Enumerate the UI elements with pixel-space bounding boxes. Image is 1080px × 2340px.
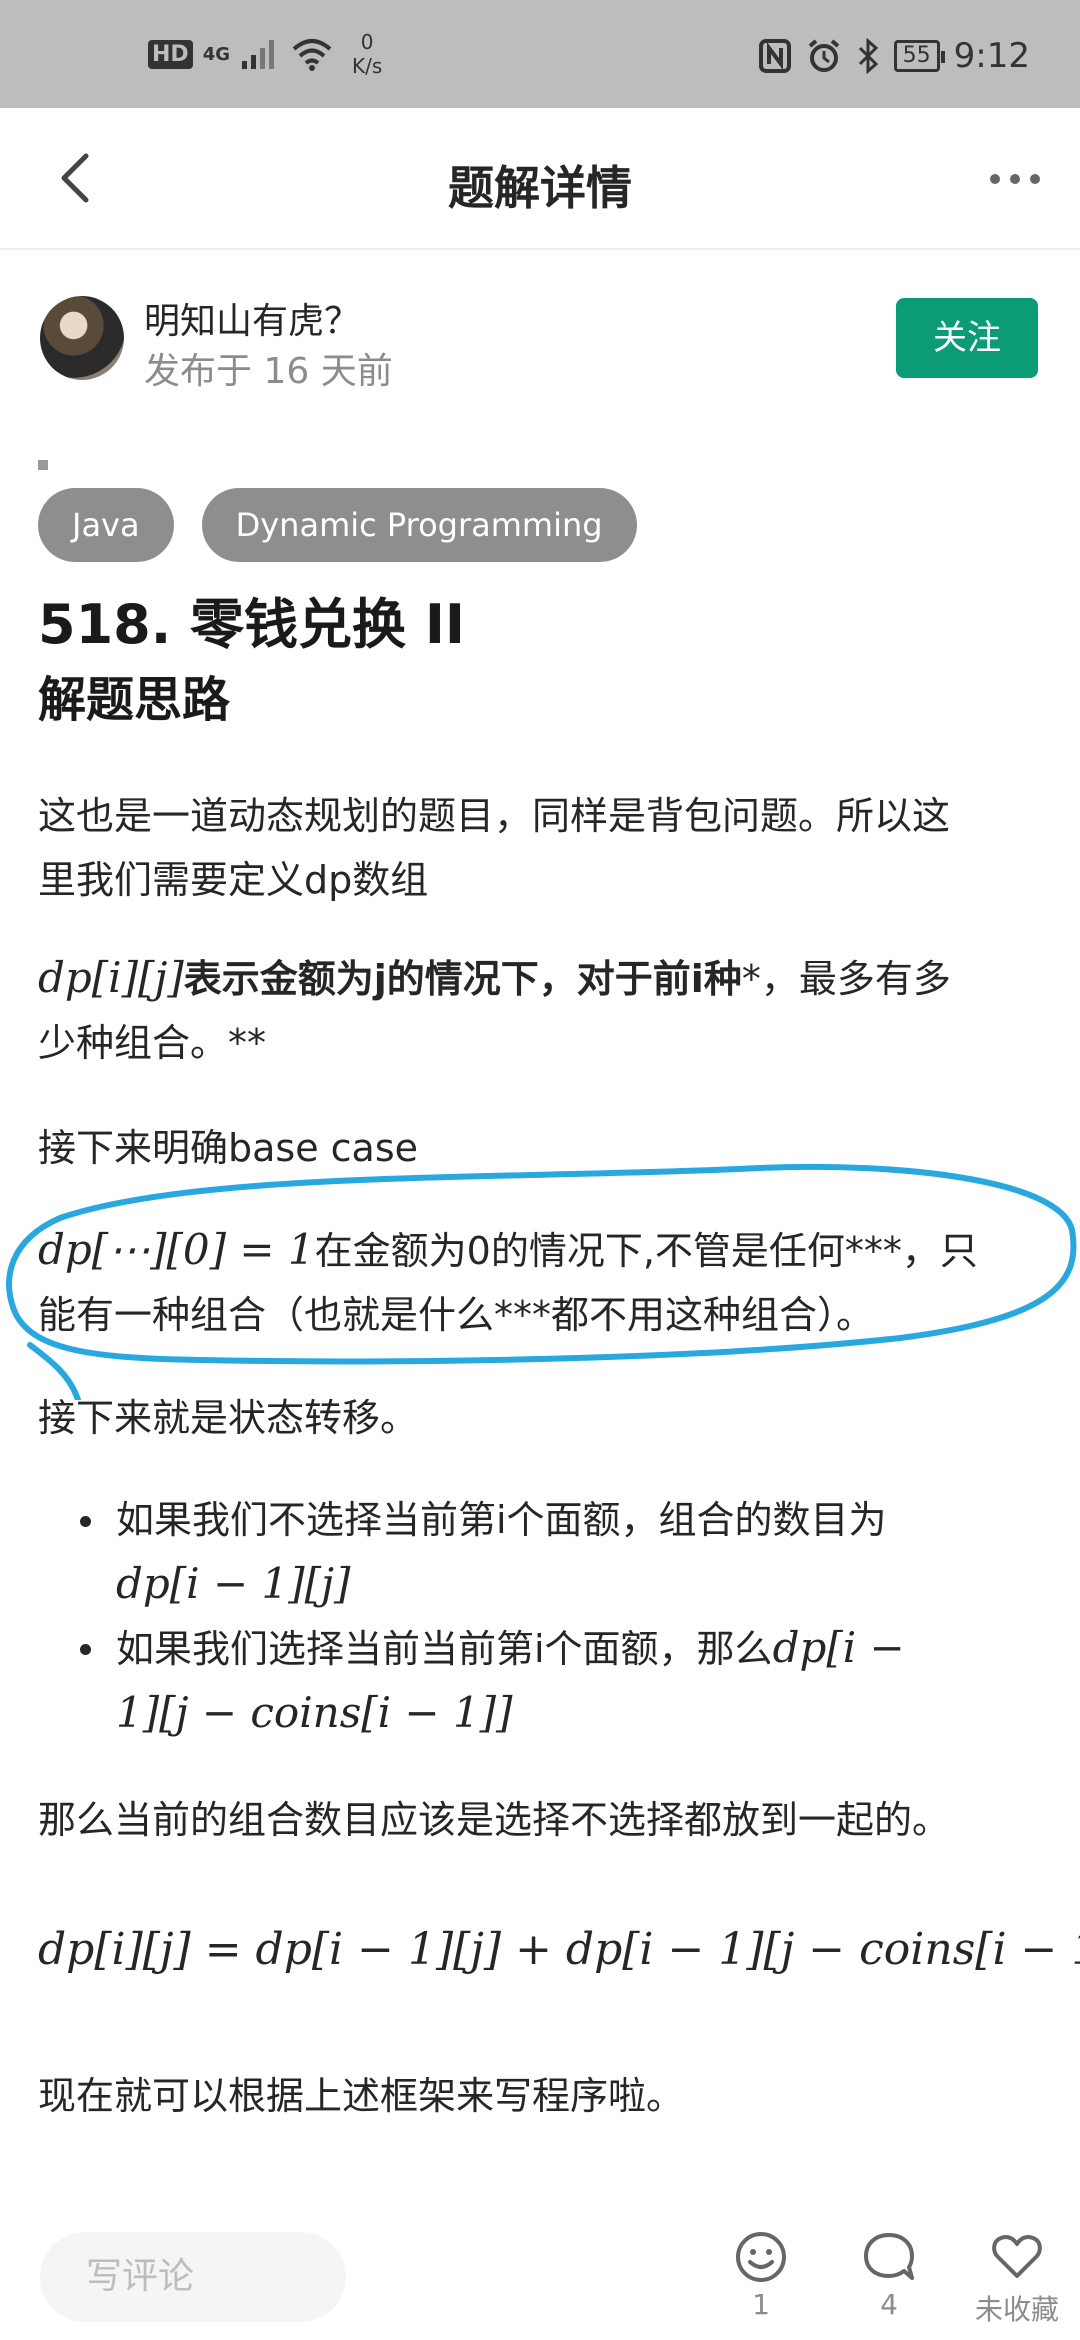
broken-image-placeholder [38,460,48,470]
heart-icon [992,2234,1042,2278]
paragraph-base-case-detail: dp[⋯][0] = 1在金额为0的情况下,不管是任何***，只 能有一种组合（… [38,1218,1048,1347]
alarm-icon [808,39,839,72]
status-left: HD 4G 0 K/s [148,30,382,78]
hd-badge: HD [148,39,193,69]
publish-time: 发布于 16 天前 [144,351,393,392]
math-inline: dp[i − [772,1623,905,1672]
paragraph-conclusion: 现在就可以根据上述框架来写程序啦。 [38,2074,685,2118]
wifi-icon [292,39,332,71]
paragraph-line: 能有一种组合（也就是什么***都不用这种组合）。 [38,1293,875,1337]
bullet-line: 如果我们选择当前当前第i个面额，那么dp[i − [116,1616,1040,1681]
more-dot-icon [990,174,1000,184]
paragraph-combine: 那么当前的组合数目应该是选择不选择都放到一起的。 [38,1798,951,1842]
bullet-text: 如果我们选择当前当前第i个面额，那么 [116,1627,773,1671]
tag-list: Java Dynamic Programming [38,488,637,562]
battery-indicator: 55 [893,40,945,72]
favorite-label: 未收藏 [974,2293,1059,2326]
paragraph-intro: 这也是一道动态规划的题目，同样是背包问题。所以这 里我们需要定义dp数组 [38,784,1048,912]
speed-unit: K/s [352,54,383,78]
text-span: 在金额为0的情况下,不管是任何***，只 [314,1229,978,1273]
paragraph-definition: dp[i][j]表示金额为j的情况下，对于前i种*，最多有多 少种组合。** [38,946,1048,1075]
comment-count: 4 [880,2288,898,2321]
transition-formula: dp[i][j] = dp[i − 1][j] + dp[i − 1][j − … [38,1924,1080,1975]
paragraph-transition: 接下来就是状态转移。 [38,1396,419,1440]
nfc-icon [758,39,791,73]
tag-dynamic-programming[interactable]: Dynamic Programming [201,488,637,562]
section-heading: 解题思路 [38,672,231,728]
paragraph-line: 里我们需要定义dp数组 [38,858,429,902]
bluetooth-icon [858,38,878,74]
bullet-text: 如果我们不选择当前第i个面额，组合的数目为 [116,1498,887,1542]
problem-title: 518. 零钱兑换 II [38,593,466,656]
author-avatar[interactable] [40,296,124,380]
paragraph-base-case: 接下来明确base case [38,1126,419,1170]
math-inline: dp[⋯][0] = 1 [38,1225,315,1274]
signal-icon [242,40,274,69]
clock: 9:12 [953,36,1030,76]
bullet-list: 如果我们不选择当前第i个面额，组合的数目为 dp[i − 1][j] 如果我们选… [80,1488,1040,1745]
author-name[interactable]: 明知山有虎？ [144,292,360,344]
math-inline: 1][j − coins[i − 1]] [116,1688,513,1737]
bold-text: 表示金额为j的情况下，对于前i种 [183,957,742,1001]
text-span: *，最多有多 [741,957,951,1001]
comment-bubble-icon [864,2233,914,2280]
comments-button[interactable]: 4 [834,2230,944,2321]
bottom-action-bar: 写评论 1 4 未收藏 [0,2210,1080,2340]
favorite-button[interactable]: 未收藏 [962,2230,1072,2328]
follow-button[interactable]: 关注 [896,298,1038,378]
like-button[interactable]: 1 [706,2230,816,2321]
smiley-icon [736,2232,786,2282]
math-inline: dp[i][j] [38,953,184,1002]
status-right: 55 9:12 [758,36,1030,76]
network-speed: 0 K/s [352,30,382,78]
math-inline: dp[i − 1][j] [116,1559,351,1608]
paragraph-line: dp[⋯][0] = 1在金额为0的情况下,不管是任何***，只 [38,1218,1048,1283]
status-bar: HD 4G 0 K/s 55 9:12 [0,0,1080,108]
speed-value: 0 [360,30,374,54]
tag-java[interactable]: Java [38,488,174,562]
article-header: 518. 零钱兑换 II 解题思路 [38,590,1058,732]
comment-input[interactable]: 写评论 [40,2232,346,2322]
paragraph-line: dp[i][j]表示金额为j的情况下，对于前i种*，最多有多 [38,946,1048,1011]
more-options-button[interactable] [980,162,1050,196]
like-count: 1 [752,2288,770,2321]
app-header: 题解详情 [0,108,1080,250]
paragraph-line: 少种组合。** [38,1021,267,1065]
network-type: 4G [202,43,230,65]
paragraph-line: 这也是一道动态规划的题目，同样是背包问题。所以这 [38,794,951,838]
more-dot-icon [1030,174,1040,184]
page-title: 题解详情 [448,161,632,215]
list-item: 如果我们不选择当前第i个面额，组合的数目为 dp[i − 1][j] [80,1488,1040,1616]
more-dot-icon [1010,174,1020,184]
list-item: 如果我们选择当前当前第i个面额，那么dp[i − 1][j − coins[i … [80,1616,1040,1745]
